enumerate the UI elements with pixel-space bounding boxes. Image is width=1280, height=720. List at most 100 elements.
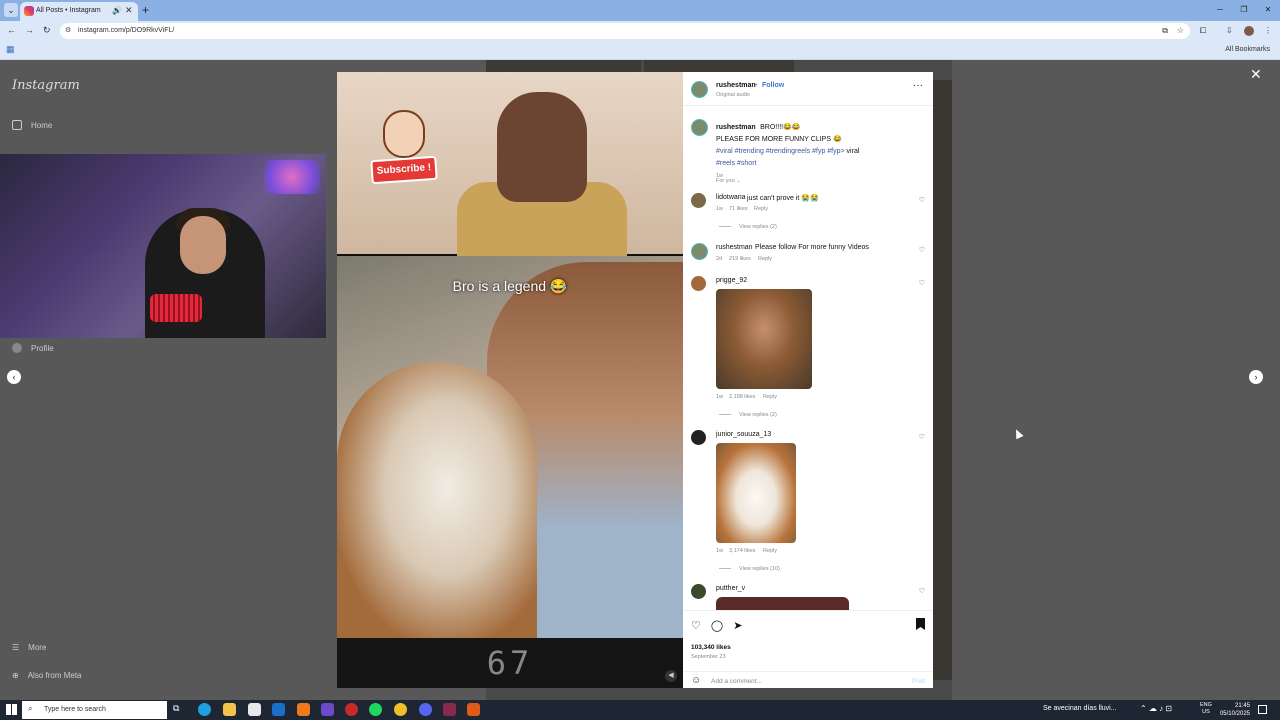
commenter-avatar[interactable] [691, 243, 708, 260]
reply-button[interactable]: Reply [763, 548, 777, 554]
dog-face-gif[interactable] [716, 443, 796, 543]
outlook-icon[interactable] [272, 703, 285, 716]
extensions-icon[interactable]: ⧠ [1200, 26, 1206, 36]
more-options-icon[interactable]: ··· [913, 80, 923, 91]
app-icon-orange[interactable] [297, 703, 310, 716]
commenter-avatar[interactable] [691, 430, 706, 445]
windows-start-icon[interactable] [6, 704, 17, 715]
view-replies-button[interactable]: View replies (10) [719, 566, 780, 572]
comment-input[interactable]: Add a comment... [711, 678, 762, 685]
comment-icon[interactable]: ◯ [711, 619, 723, 632]
maximize-button[interactable]: ❐ [1232, 0, 1256, 20]
reply-button[interactable]: Reply [758, 256, 772, 262]
edge-icon[interactable] [198, 703, 211, 716]
app-icon-red[interactable] [345, 703, 358, 716]
tab-audio-icon[interactable]: 🔊 [112, 6, 122, 15]
discord-icon[interactable] [419, 703, 432, 716]
share-icon[interactable]: ➤ [733, 619, 742, 632]
like-comment-icon[interactable]: ♡ [919, 279, 925, 287]
like-comment-icon[interactable]: ♡ [919, 587, 925, 595]
audio-label[interactable]: Original audio [716, 92, 750, 98]
new-tab-button[interactable]: + [142, 3, 149, 17]
task-view-icon[interactable]: ⧉ [173, 703, 186, 716]
comment-username[interactable]: lidotwana [716, 194, 746, 201]
comment-username[interactable]: junior_souuza_13 [716, 431, 771, 438]
commenter-avatar[interactable] [691, 276, 706, 291]
next-post-arrow-icon[interactable]: › [1249, 370, 1263, 384]
reply-button[interactable]: Reply [754, 206, 768, 212]
chrome-icon[interactable] [394, 703, 407, 716]
downloads-icon[interactable]: ⇩ [1226, 26, 1233, 35]
apps-grid-icon[interactable]: ▦ [6, 44, 15, 55]
browser-tab[interactable]: All Posts • Instagram 🔊 ✕ [20, 2, 138, 21]
sidebar-item-also-from-meta[interactable]: ⊕ Also from Meta [12, 671, 82, 680]
comment-username[interactable]: putther_v [716, 585, 745, 592]
tab-search-icon[interactable]: ⌄ [4, 3, 18, 17]
like-comment-icon[interactable]: ♡ [919, 246, 925, 254]
reload-button[interactable]: ↻ [43, 25, 51, 36]
reply-button[interactable]: Reply [763, 394, 777, 400]
app-icon-orange-2[interactable] [467, 703, 480, 716]
url-text[interactable]: instagram.com/p/DO9RkvViFL/ [78, 27, 174, 34]
weather-widget[interactable]: Se avecinan días lluvi... [1043, 705, 1117, 712]
forward-button[interactable]: → [25, 25, 34, 35]
comment-username[interactable]: prigge_92 [716, 277, 747, 284]
system-tray-icons[interactable]: ⌃ ☁ ♪ ⊡ [1140, 704, 1172, 713]
author-avatar[interactable] [691, 81, 708, 98]
close-window-button[interactable]: ✕ [1256, 0, 1280, 20]
clock[interactable]: 21:45 05/10/2025 [1218, 702, 1250, 718]
likes-count[interactable]: 103,340 likes [691, 644, 731, 651]
close-modal-icon[interactable]: ✕ [1250, 66, 1262, 83]
back-button[interactable]: ← [7, 25, 16, 35]
notifications-icon[interactable] [1258, 705, 1267, 714]
bearded-man-gif[interactable] [716, 289, 812, 389]
reel-video[interactable]: Subscribe ! Bro is a legend 😂 67 ◀ [337, 72, 683, 688]
author-avatar[interactable] [691, 119, 708, 136]
minimize-button[interactable]: ─ [1208, 0, 1232, 20]
hashtags-2[interactable]: #reels #short [716, 160, 756, 167]
like-comment-icon[interactable]: ♡ [919, 196, 925, 204]
language-indicator[interactable]: ENG US [1200, 702, 1212, 716]
view-replies-button[interactable]: View replies (2) [719, 412, 777, 418]
app-icon-purple[interactable] [321, 703, 334, 716]
caption-username[interactable]: rushestman [716, 124, 756, 131]
follow-button[interactable]: Follow [762, 82, 784, 89]
comment-likes[interactable]: 3,174 likes [729, 548, 755, 554]
sidebar-item-more[interactable]: ☰ More [12, 643, 46, 652]
emoji-icon[interactable]: ☺ [691, 675, 701, 686]
sidebar-item-profile[interactable]: Profile [12, 343, 54, 353]
comment-filter-dropdown[interactable]: For you ⌄ [716, 178, 741, 184]
comment-likes[interactable]: 219 likes [729, 256, 751, 262]
commenter-avatar[interactable] [691, 584, 706, 599]
view-replies-button[interactable]: View replies (2) [719, 224, 777, 230]
taskbar-search[interactable]: ⌕ Type here to search [22, 701, 167, 719]
app-icon-maroon[interactable] [443, 703, 456, 716]
instagram-logo[interactable]: Instagram [12, 78, 80, 93]
install-app-icon[interactable]: ⧉ [1162, 26, 1168, 36]
close-tab-icon[interactable]: ✕ [125, 5, 133, 16]
like-comment-icon[interactable]: ♡ [919, 433, 925, 441]
taskbar-search-input[interactable]: Type here to search [44, 706, 106, 713]
author-username[interactable]: rushestman [716, 82, 756, 89]
profile-avatar[interactable] [1244, 26, 1254, 36]
spotify-icon[interactable] [369, 703, 382, 716]
hashtags[interactable]: #viral #trending #trendingreels #fyp #fy… [716, 148, 845, 155]
site-info-icon[interactable]: ⚙ [65, 26, 71, 34]
sidebar-item-home[interactable]: Home [12, 120, 52, 130]
comment-likes[interactable]: 71 likes [729, 206, 748, 212]
bookmark-icon[interactable] [916, 618, 925, 630]
post-comment-button[interactable]: Post [912, 678, 925, 685]
mute-icon[interactable]: ◀ [665, 670, 677, 682]
url-bar[interactable]: ⚙ instagram.com/p/DO9RkvViFL/ ⧉ ☆ [60, 23, 1190, 39]
browser-menu-icon[interactable]: ⋮ [1264, 26, 1272, 35]
comment-gif[interactable] [716, 597, 849, 610]
all-bookmarks-button[interactable]: All Bookmarks [1225, 46, 1270, 53]
commenter-avatar[interactable] [691, 193, 706, 208]
comment-username[interactable]: rushestman [716, 244, 753, 251]
file-explorer-icon[interactable] [223, 703, 236, 716]
bookmark-star-icon[interactable]: ☆ [1177, 26, 1184, 35]
comment-likes[interactable]: 2,198 likes [729, 394, 755, 400]
heart-icon[interactable]: ♡ [691, 619, 701, 632]
previous-post-arrow-icon[interactable]: ‹ [7, 370, 21, 384]
store-icon[interactable] [248, 703, 261, 716]
